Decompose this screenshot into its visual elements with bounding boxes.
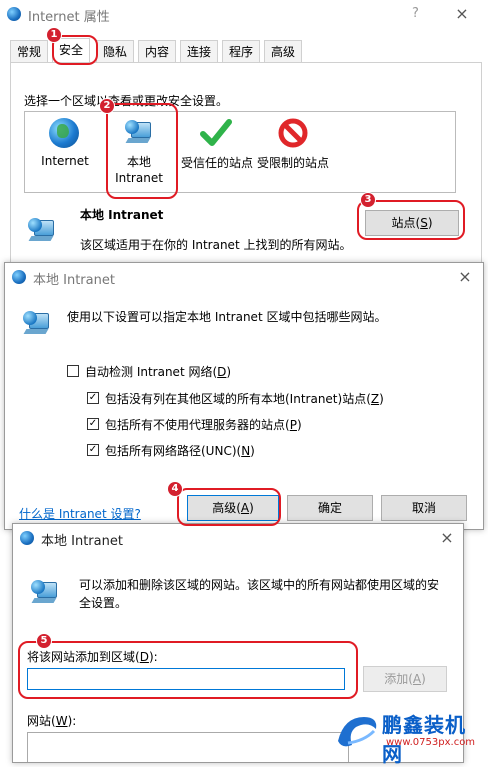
websites-label: 网站(W): (27, 714, 77, 728)
close-icon[interactable]: × (455, 267, 475, 287)
tab-general[interactable]: 常规 (10, 40, 49, 62)
step-badge-4: 4 (167, 481, 183, 497)
include-no-proxy-checkbox[interactable]: ✓ (87, 418, 99, 430)
tab-advanced[interactable]: 高级 (264, 40, 303, 62)
title-bar[interactable]: Internet 属性 ? × (0, 0, 488, 28)
site-watermark: 鹏鑫装机网 www.0753px.com (334, 707, 484, 766)
annotation-box-add-site (18, 641, 358, 699)
zone-label: 受限制的站点 (256, 156, 329, 170)
include-local-sites-checkbox[interactable]: ✓ (87, 392, 99, 404)
zone-trusted-sites[interactable]: 受信任的站点 (177, 116, 257, 188)
step-badge-2: 2 (99, 98, 115, 114)
ie-globe-icon (7, 7, 21, 21)
intranet-icon (31, 580, 59, 606)
annotation-box-advanced-button (177, 488, 281, 526)
title-bar[interactable]: 本地 Intranet × (5, 263, 483, 291)
dialog-title: 本地 Intranet (33, 273, 115, 288)
tab-privacy[interactable]: 隐私 (96, 40, 135, 62)
annotation-box-intranet-zone (106, 103, 178, 199)
intranet-icon (28, 218, 56, 244)
add-button[interactable]: 添加(A) (363, 666, 447, 692)
watermark-url: www.0753px.com (386, 737, 476, 748)
zone-list: Internet 本地 Intranet 受信任的站点 受限制的站点 (24, 111, 456, 193)
step-badge-5: 5 (36, 633, 52, 649)
cancel-button[interactable]: 取消 (381, 495, 467, 521)
restricted-icon (278, 118, 308, 148)
include-unc-checkbox[interactable]: ✓ (87, 444, 99, 456)
globe-icon (49, 118, 79, 148)
intranet-icon (23, 311, 51, 337)
title-bar[interactable]: 本地 Intranet × (13, 524, 463, 552)
zone-internet[interactable]: Internet (35, 116, 95, 188)
zone-description: 该区域适用于在你的 Intranet 上找到的所有网站。 (80, 238, 352, 252)
tab-programs[interactable]: 程序 (222, 40, 261, 62)
close-icon[interactable]: × (452, 4, 472, 24)
tab-connections[interactable]: 连接 (180, 40, 219, 62)
ie-globe-icon (12, 270, 26, 284)
include-no-proxy-label: 包括所有不使用代理服务器的站点(P) (105, 418, 302, 432)
zone-restricted-sites[interactable]: 受限制的站点 (253, 116, 333, 188)
tab-content[interactable]: 内容 (138, 40, 177, 62)
window-title: Internet 属性 (28, 10, 110, 25)
zone-label: Internet (41, 154, 89, 168)
dialog-description: 使用以下设置可以指定本地 Intranet 区域中包括哪些网站。 (67, 310, 387, 324)
ok-button[interactable]: 确定 (287, 495, 373, 521)
dialog-title: 本地 Intranet (41, 534, 123, 549)
check-icon (199, 116, 233, 150)
auto-detect-checkbox[interactable] (67, 365, 79, 377)
dialog-description-line1: 可以添加和删除该区域的网站。该区域中的所有网站都使用区域的安 (79, 578, 440, 592)
websites-list[interactable] (27, 732, 349, 762)
include-unc-label: 包括所有网络路径(UNC)(N) (105, 444, 255, 458)
zone-label: 受信任的站点 (180, 156, 253, 170)
include-local-sites-label: 包括没有列在其他区域的所有本地(Intranet)站点(Z) (105, 392, 384, 406)
step-badge-1: 1 (46, 27, 62, 43)
auto-detect-label: 自动检测 Intranet 网络(D) (85, 365, 232, 379)
help-icon[interactable]: ? (412, 6, 419, 21)
ie-globe-icon (20, 531, 34, 545)
intranet-settings-help-link[interactable]: 什么是 Intranet 设置? (19, 505, 141, 522)
watermark-logo-icon (338, 717, 377, 747)
step-badge-3: 3 (360, 192, 376, 208)
close-icon[interactable]: × (437, 528, 457, 548)
dialog-description-line2: 全设置。 (79, 596, 128, 610)
zone-title: 本地 Intranet (80, 208, 164, 222)
